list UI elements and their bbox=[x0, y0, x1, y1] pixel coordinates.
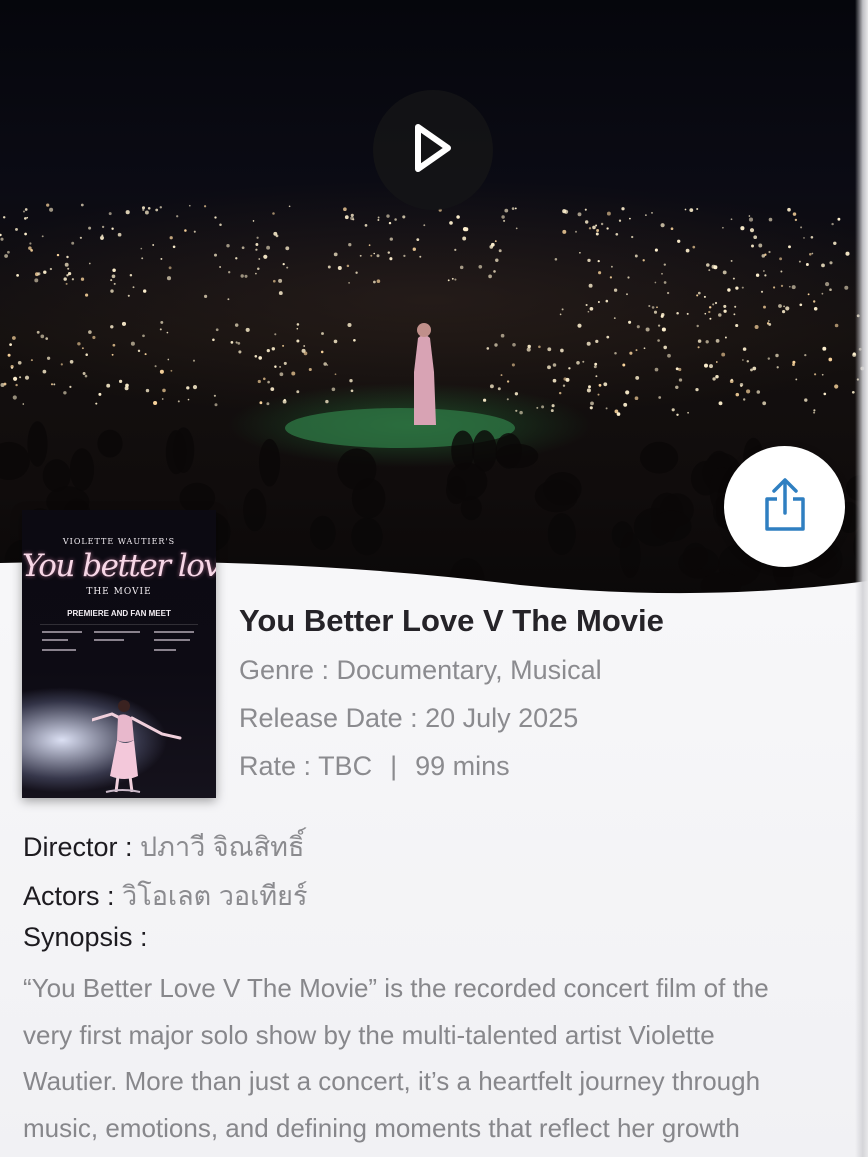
play-button[interactable] bbox=[373, 90, 493, 210]
poster-artist: VIOLETTE WAUTIER'S bbox=[62, 537, 176, 546]
director-label: Director : bbox=[23, 832, 141, 862]
actors-value: วิโอเลต วอเทียร์ bbox=[122, 881, 308, 911]
synopsis-text: “You Better Love V The Movie” is the rec… bbox=[23, 965, 838, 1151]
movie-poster: VIOLETTE WAUTIER'S You better love V THE… bbox=[22, 510, 216, 798]
duration-value: 99 mins bbox=[415, 751, 510, 781]
poster-subtitle: THE MOVIE bbox=[86, 587, 152, 597]
genre-label: Genre : bbox=[239, 655, 337, 685]
scroll-edge bbox=[855, 0, 868, 1157]
actors-row: Actors : วิโอเลต วอเทียร์ bbox=[23, 874, 307, 917]
play-icon bbox=[410, 121, 456, 179]
movie-title: You Better Love V The Movie bbox=[239, 603, 664, 638]
director-value: ปภาวี จิณสิทธิ์ bbox=[140, 832, 305, 862]
synopsis-label: Synopsis : bbox=[23, 922, 148, 952]
release-date-label: Release Date : bbox=[239, 703, 426, 733]
rate-label: Rate : bbox=[239, 751, 319, 781]
movie-detail-screen: VIOLETTE WAUTIER'S You better love V THE… bbox=[0, 0, 868, 1157]
rate-duration-row: Rate : TBC | 99 mins bbox=[239, 751, 510, 782]
genre-row: Genre : Documentary, Musical bbox=[239, 655, 602, 686]
poster-fine-print bbox=[40, 624, 198, 651]
poster-premiere: PREMIERE AND FAN MEET bbox=[67, 609, 171, 618]
genre-value: Documentary, Musical bbox=[336, 655, 602, 685]
release-date-row: Release Date : 20 July 2025 bbox=[239, 703, 578, 734]
synopsis-line: music, emotions, and defining moments th… bbox=[23, 1112, 740, 1143]
release-date-value: 20 July 2025 bbox=[425, 703, 579, 733]
rate-value: TBC bbox=[318, 751, 373, 781]
actors-label: Actors : bbox=[23, 881, 123, 911]
share-icon bbox=[761, 477, 809, 537]
synopsis-line: very first major solo show by the multi-… bbox=[23, 1019, 715, 1050]
poster-performer-image bbox=[92, 700, 182, 793]
synopsis-line: “You Better Love V The Movie” is the rec… bbox=[23, 973, 769, 1003]
director-row: Director : ปภาวี จิณสิทธิ์ bbox=[23, 825, 304, 868]
meta-separator: | bbox=[390, 751, 398, 781]
share-button[interactable] bbox=[724, 446, 845, 567]
poster-title: You better love V bbox=[22, 548, 216, 584]
synopsis-line: Wautier. More than just a concert, it’s … bbox=[23, 1066, 761, 1096]
